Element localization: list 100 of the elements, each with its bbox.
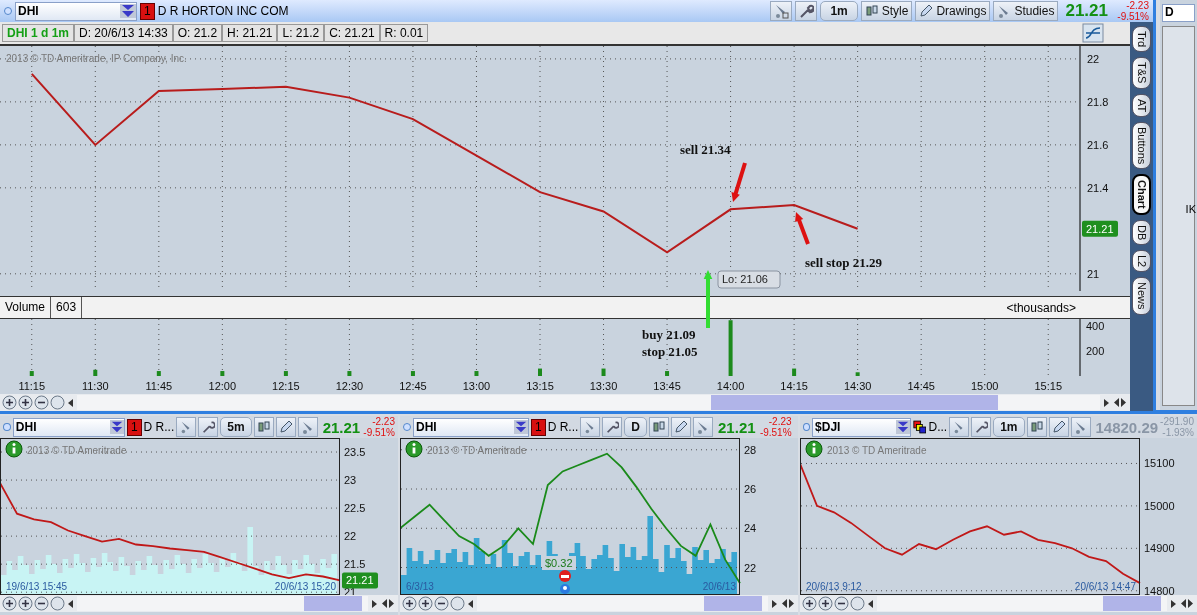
date-label: 20/6/13 15:20 [274, 581, 336, 592]
time-label: 13:45 [653, 380, 681, 392]
pencil-icon[interactable] [1051, 420, 1066, 434]
candle-icon[interactable] [256, 420, 271, 434]
side-tab[interactable]: News [1132, 277, 1151, 315]
dropdown-icon[interactable] [895, 420, 910, 434]
zoom-out-icon[interactable] [34, 596, 49, 611]
info-cell: L: 21.2 [277, 24, 325, 42]
candle-icon[interactable] [1029, 420, 1044, 434]
dropdown-icon[interactable] [514, 420, 528, 434]
company-name: D R... [547, 420, 579, 434]
info-icon[interactable] [5, 440, 23, 458]
zoom-in-icon[interactable] [818, 596, 833, 611]
last-price: 21.21 [322, 418, 361, 436]
squares-icon[interactable] [912, 419, 927, 435]
pencil-icon[interactable] [278, 420, 293, 434]
axis-label: 21.4 [1087, 181, 1109, 194]
scroll-thumb[interactable] [703, 596, 763, 611]
axis-label: 21.8 [1087, 95, 1109, 108]
zoom-in-icon[interactable] [18, 596, 33, 611]
wrench-icon[interactable] [798, 3, 815, 19]
timeframe-button[interactable]: 1m [993, 417, 1025, 437]
time-label: 12:30 [335, 380, 364, 392]
timeframe-button[interactable]: 5m [220, 417, 252, 437]
percent-change: -9.51% [363, 427, 395, 438]
end-icon[interactable] [1112, 395, 1128, 410]
axis-label: IK [1185, 203, 1196, 215]
axis-label: 22 [344, 530, 357, 543]
wrench-icon[interactable] [605, 420, 620, 434]
alert-badge[interactable]: 1 [126, 418, 142, 436]
end-icon[interactable] [1179, 596, 1195, 611]
info-cell: R: 0.01 [379, 24, 429, 42]
side-tab[interactable]: Chart [1132, 174, 1151, 215]
symbol-field[interactable]: D [1162, 4, 1195, 22]
zoom-out-icon[interactable] [34, 395, 49, 410]
percent-change: -1.93% [1162, 427, 1194, 438]
price-change: -291.90 [1160, 416, 1194, 427]
symbol-field[interactable]: DHI [12, 417, 125, 437]
chart-annotation: buy 21.09 [642, 327, 696, 342]
info-cell: O: 21.2 [172, 24, 223, 42]
end-icon[interactable] [380, 596, 396, 611]
volume-bar [538, 368, 542, 376]
candle-icon[interactable] [864, 4, 879, 18]
pencil-icon[interactable] [674, 420, 689, 434]
date-label: 6/3/13 [406, 581, 434, 592]
volume-bar [665, 371, 670, 376]
end-icon[interactable] [780, 596, 796, 611]
symbol-field[interactable]: $DJI [812, 417, 911, 437]
alert-badge[interactable]: 1 [531, 418, 546, 436]
pencil-icon[interactable] [919, 4, 934, 18]
link-dot-icon[interactable] [403, 423, 411, 431]
axis-label: 21.6 [1087, 138, 1109, 151]
volume-bar [474, 371, 479, 376]
wrench-icon[interactable] [201, 420, 216, 434]
info-icon[interactable] [405, 440, 423, 458]
zoom-out-icon[interactable] [834, 596, 849, 611]
volume-bar [220, 371, 225, 376]
zoom-out-icon[interactable] [434, 596, 449, 611]
price-change: -2.23 [768, 416, 792, 427]
side-tab[interactable]: L2 [1132, 250, 1151, 273]
link-dot-icon[interactable] [803, 423, 811, 431]
symbol-field[interactable]: DHI [413, 417, 529, 437]
dropdown-icon[interactable] [109, 420, 124, 434]
axis-label: 400 [1086, 320, 1105, 333]
volume-bar [156, 371, 161, 376]
time-label: 13:30 [589, 380, 618, 392]
link-dot-icon[interactable] [4, 7, 12, 15]
dropdown-icon[interactable] [120, 4, 136, 18]
volume-bar [283, 371, 288, 376]
last-price: 21.21 [718, 418, 756, 436]
side-tab[interactable]: DB [1132, 219, 1151, 246]
copyright-text: 2013 © TD Ameritrade [427, 445, 527, 456]
time-label: 15:00 [970, 380, 999, 392]
link-dot-icon[interactable] [3, 423, 11, 431]
alert-badge[interactable]: 1 [140, 2, 155, 20]
time-label: 12:15 [272, 380, 300, 392]
wrench-icon[interactable] [974, 420, 989, 434]
symbol-field[interactable]: DHI [15, 1, 137, 21]
side-tab[interactable]: Trd [1132, 26, 1151, 53]
timeframe-button[interactable]: 1m [820, 1, 858, 21]
zoom-in-icon[interactable] [18, 395, 33, 410]
axis-label: 22 [744, 561, 757, 574]
date-label: 20/6/13 9:12 [806, 581, 862, 592]
scroll-thumb[interactable] [303, 596, 363, 611]
zoom-in-icon[interactable] [418, 596, 433, 611]
axis-label: 15000 [1144, 499, 1175, 512]
scroll-thumb[interactable] [711, 395, 998, 410]
scroll-thumb[interactable] [1103, 596, 1162, 611]
time-label: 14:15 [780, 380, 808, 392]
candle-icon[interactable] [652, 420, 667, 434]
side-tab[interactable]: AT [1132, 93, 1151, 117]
side-tab[interactable]: T&S [1132, 57, 1151, 89]
volume-bar [792, 368, 797, 376]
annotation: Lo: 21.06 [722, 273, 768, 285]
side-tab[interactable]: Buttons [1132, 121, 1151, 170]
timeframe-button[interactable]: D [624, 417, 648, 437]
time-label: 11:45 [145, 380, 173, 392]
info-icon[interactable] [805, 440, 823, 458]
price-tag: 21.21 [342, 572, 378, 589]
scale-icon[interactable] [1082, 23, 1104, 43]
